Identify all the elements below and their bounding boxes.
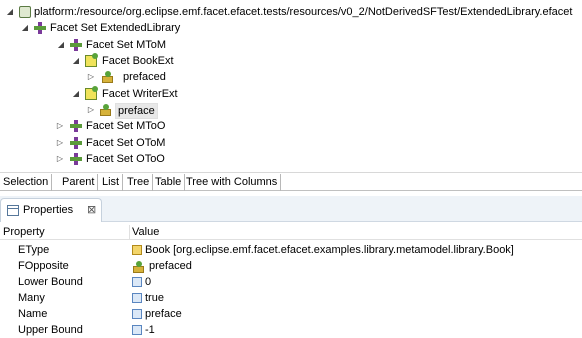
property-name: FOpposite <box>18 260 69 272</box>
facet-icon <box>85 53 98 67</box>
facet-set-icon <box>70 137 82 149</box>
facet-set-icon <box>70 39 82 51</box>
tree-item-label: Facet Set MToM <box>86 39 167 51</box>
table-row[interactable]: FOpposite prefaced <box>0 258 582 274</box>
property-name: Upper Bound <box>18 324 83 336</box>
property-name: Lower Bound <box>18 276 83 288</box>
tree-item-label: Facet Set ExtendedLibrary <box>50 22 181 34</box>
expand-arrow-icon[interactable]: ▷ <box>87 102 95 118</box>
tree-item-preface-selected[interactable]: ▷ preface <box>0 102 582 119</box>
table-row[interactable]: Upper Bound -1 <box>0 322 582 338</box>
column-divider[interactable] <box>129 225 130 240</box>
tree-item-label: prefaced <box>123 71 166 83</box>
properties-view: Properties ⊠ Property Value EType Book [… <box>0 196 582 338</box>
collapse-arrow-icon[interactable]: ◢ <box>6 4 14 20</box>
facet-set-icon <box>70 120 82 132</box>
collapse-arrow-icon[interactable]: ◢ <box>21 20 29 36</box>
tree-item-root[interactable]: ◢ platform:/resource/org.eclipse.emf.fac… <box>0 4 582 20</box>
literal-value-icon <box>132 277 142 287</box>
expand-arrow-icon[interactable]: ▷ <box>56 118 64 134</box>
properties-table-header: Property Value <box>0 225 582 240</box>
tree-item-prefaced[interactable]: ▷ prefaced <box>0 69 582 85</box>
property-value-text: prefaced <box>149 260 192 272</box>
tree-item-facet-set-mtoo[interactable]: ▷ Facet Set MToO <box>0 118 582 134</box>
facet-icon <box>85 86 98 100</box>
literal-value-icon <box>132 325 142 335</box>
tab-list[interactable]: List <box>99 174 124 191</box>
facet-reference-icon <box>101 71 113 83</box>
collapse-arrow-icon[interactable]: ◢ <box>72 86 80 102</box>
tab-parent[interactable]: Parent <box>59 174 99 191</box>
literal-value-icon <box>132 293 142 303</box>
table-row[interactable]: Lower Bound 0 <box>0 274 582 290</box>
properties-title: Properties <box>23 204 74 216</box>
facet-reference-icon <box>132 261 144 273</box>
collapse-arrow-icon[interactable]: ◢ <box>72 53 80 69</box>
tree-item-label: preface <box>115 103 158 119</box>
tree-item-facet-set-mtom[interactable]: ◢ Facet Set MToM <box>0 37 582 53</box>
tab-tree[interactable]: Tree <box>124 174 154 191</box>
facet-set-icon <box>34 22 46 34</box>
tree-item-label: Facet Set OToM <box>86 137 166 149</box>
tab-selection[interactable]: Selection <box>0 174 53 191</box>
tree-item-facet-set-otom[interactable]: ▷ Facet Set OToM <box>0 135 582 151</box>
viewer-tab-bar: Selection Parent List Tree Table Tree wi… <box>0 172 582 191</box>
collapse-arrow-icon[interactable]: ◢ <box>57 37 65 53</box>
properties-view-header: Properties ⊠ <box>0 196 582 222</box>
property-value-text: true <box>145 292 164 304</box>
facet-reference-icon <box>99 104 111 116</box>
property-name: Many <box>18 292 45 304</box>
property-value-text: preface <box>145 308 182 320</box>
tree-item-label: Facet BookExt <box>102 55 174 67</box>
tree-item-label: Facet WriterExt <box>102 88 178 100</box>
property-value-text: -1 <box>145 324 155 336</box>
tab-table[interactable]: Table <box>152 174 186 191</box>
properties-tab[interactable]: Properties ⊠ <box>0 198 102 222</box>
properties-icon <box>7 205 19 216</box>
property-value-text: Book [org.eclipse.emf.facet.efacet.examp… <box>145 244 514 256</box>
expand-arrow-icon[interactable]: ▷ <box>56 151 64 167</box>
expand-arrow-icon[interactable]: ▷ <box>56 135 64 151</box>
efacet-file-icon <box>19 6 31 18</box>
tree-item-facet-bookext[interactable]: ◢ Facet BookExt <box>0 53 582 69</box>
expand-arrow-icon[interactable]: ▷ <box>87 69 95 85</box>
tree-item-facet-writerext[interactable]: ◢ Facet WriterExt <box>0 86 582 102</box>
table-row[interactable]: EType Book [org.eclipse.emf.facet.efacet… <box>0 242 582 258</box>
close-icon[interactable]: ⊠ <box>87 203 96 216</box>
table-row[interactable]: Name preface <box>0 306 582 322</box>
tree-item-label: platform:/resource/org.eclipse.emf.facet… <box>34 6 573 18</box>
facet-tree[interactable]: ◢ platform:/resource/org.eclipse.emf.fac… <box>0 0 582 170</box>
property-name: EType <box>18 244 50 256</box>
tree-item-label: Facet Set OToO <box>86 153 165 165</box>
table-row[interactable]: Many true <box>0 290 582 306</box>
eclass-icon <box>132 245 142 255</box>
tab-tree-with-columns[interactable]: Tree with Columns <box>183 174 282 191</box>
tree-item-label: Facet Set MToO <box>86 120 166 132</box>
tree-item-facet-set-extendedlibrary[interactable]: ◢ Facet Set ExtendedLibrary <box>0 20 582 36</box>
property-name: Name <box>18 308 48 320</box>
tree-item-facet-set-otoo[interactable]: ▷ Facet Set OToO <box>0 151 582 167</box>
facet-set-icon <box>70 153 82 165</box>
property-value-text: 0 <box>145 276 152 288</box>
literal-value-icon <box>132 309 142 319</box>
column-header-value[interactable]: Value <box>132 225 159 240</box>
column-header-property[interactable]: Property <box>3 225 45 240</box>
